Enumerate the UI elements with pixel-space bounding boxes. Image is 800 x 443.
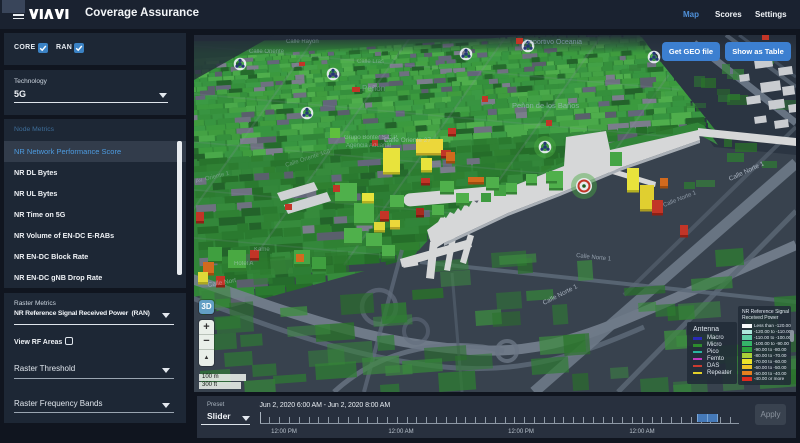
svg-text:Peñon de los Baños: Peñon de los Baños [512,101,579,110]
svg-text:Peñon: Peñon [362,84,385,93]
svg-text:Calle Oriente 27: Calle Oriente 27 [384,137,431,144]
svg-text:Kame: Kame [254,247,270,253]
svg-text:Calle Rayon: Calle Rayon [286,39,319,45]
svg-text:Hotel A: Hotel A [234,261,253,267]
svg-text:Calle Oriente: Calle Oriente [249,49,285,55]
svg-text:Deportivo Oceania: Deportivo Oceania [524,39,582,46]
svg-text:Calle Lras: Calle Lras [357,59,384,65]
